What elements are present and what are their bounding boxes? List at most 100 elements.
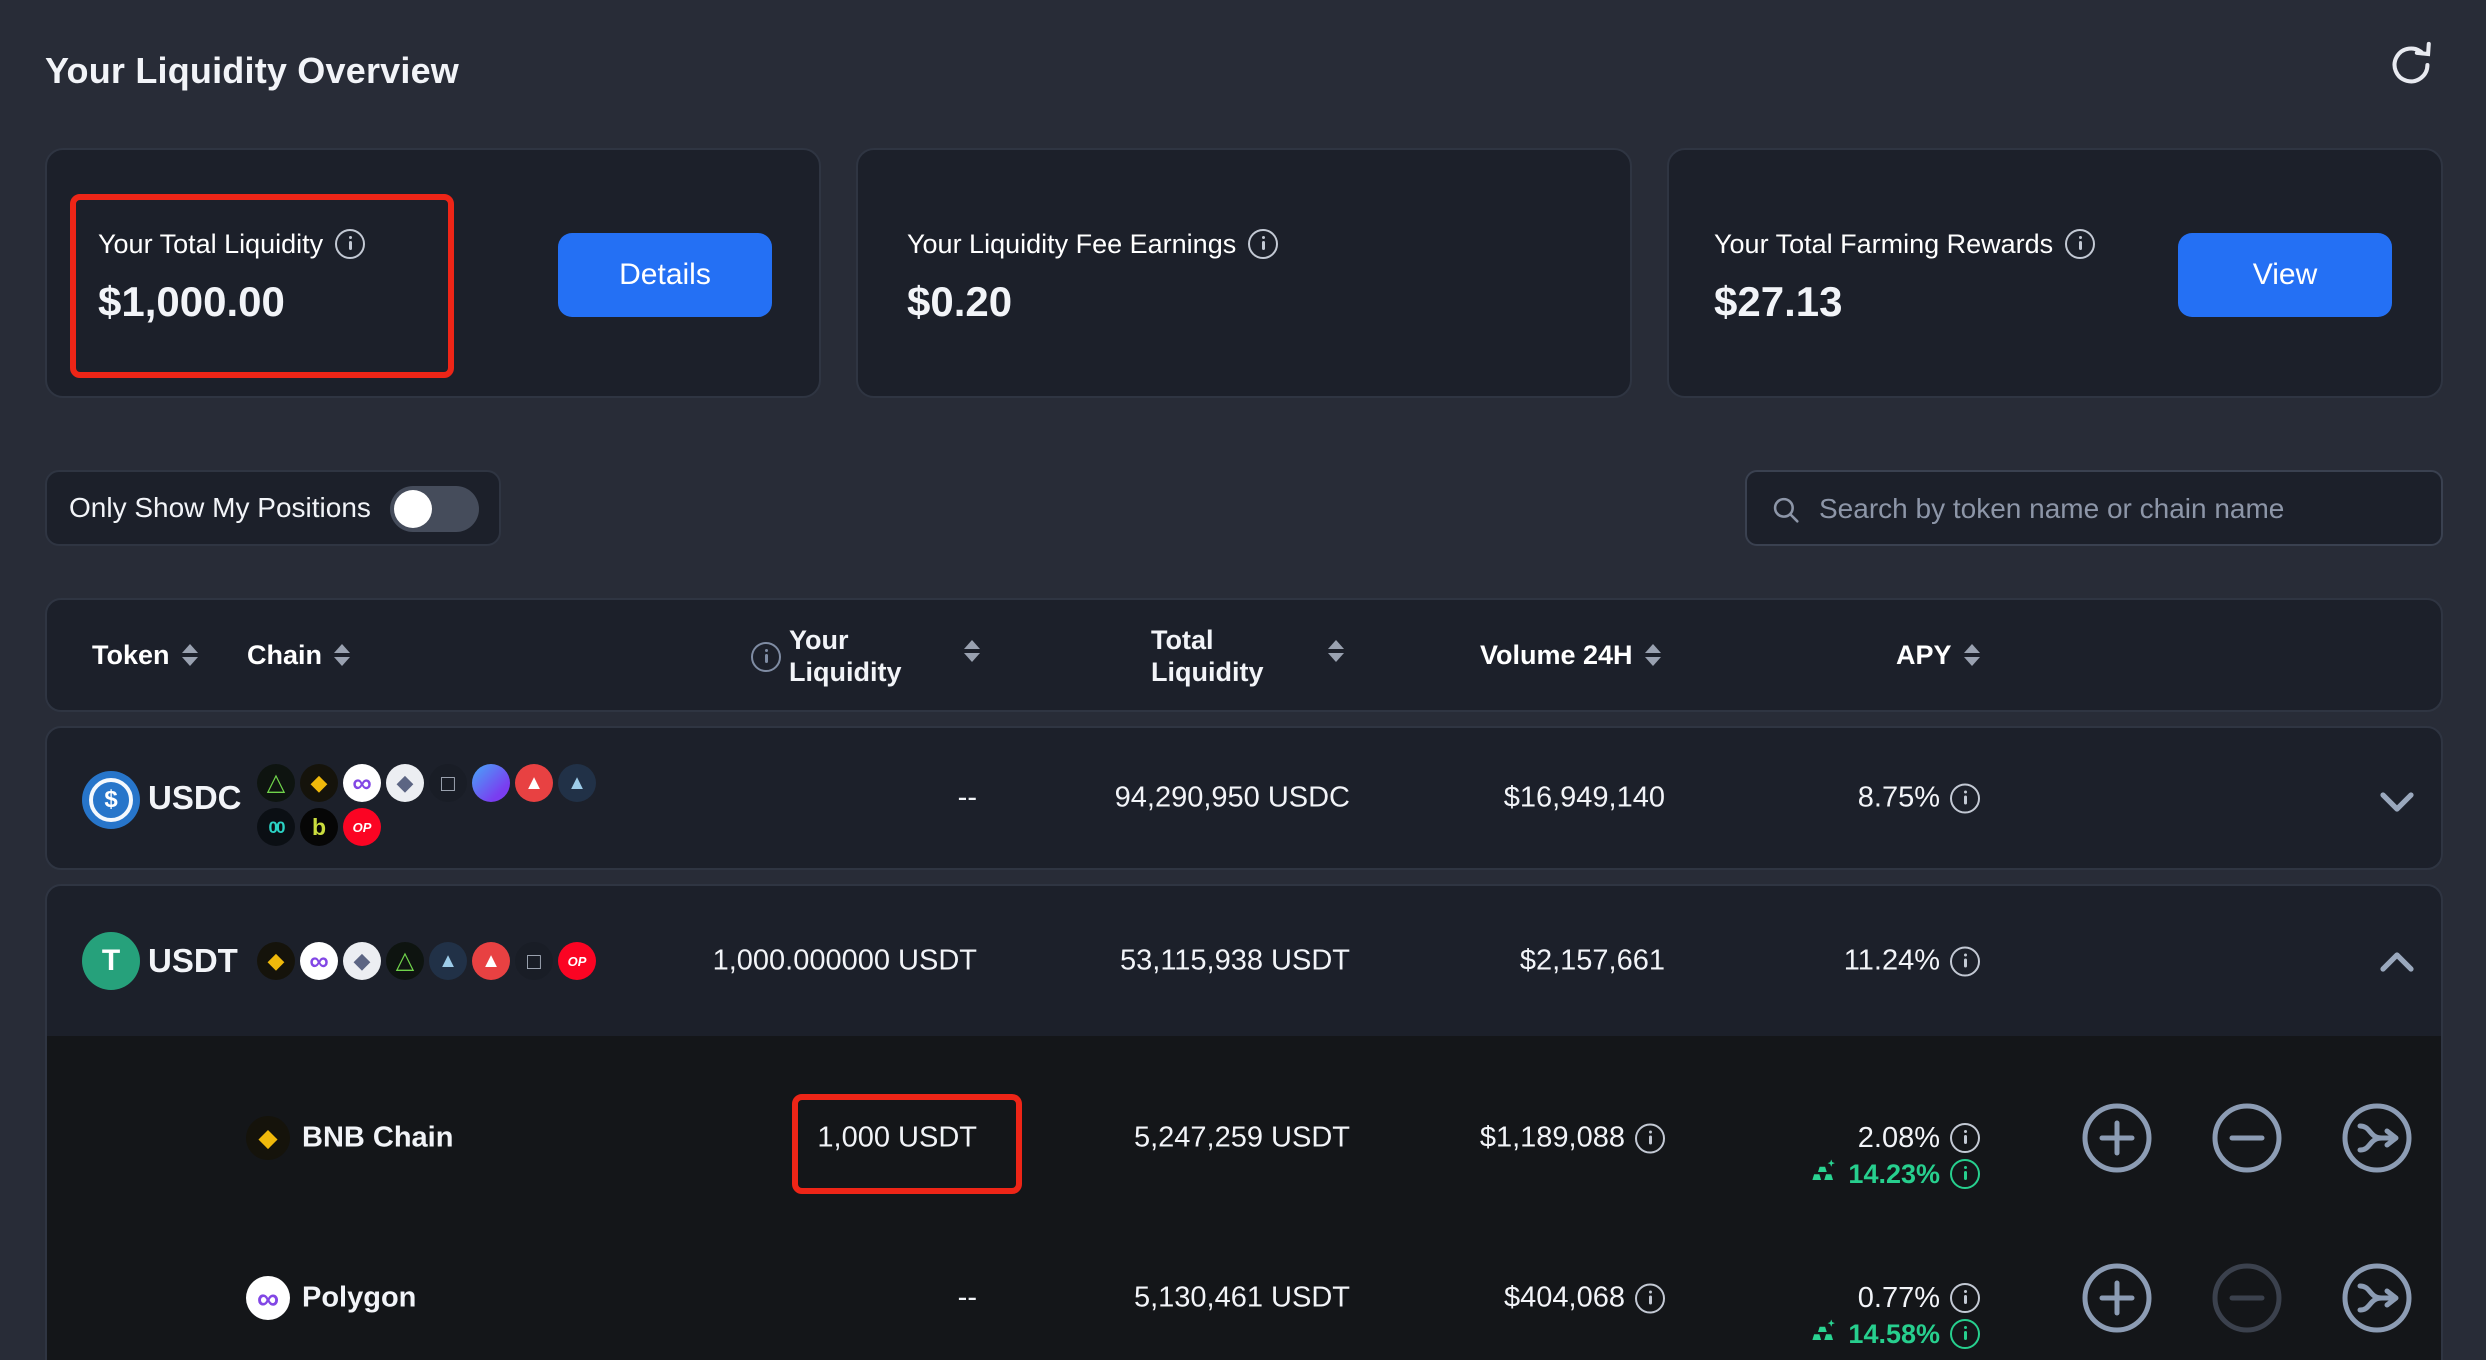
liquidity-overview-page: Your Liquidity Overview Your Total Liqui… [0, 0, 2486, 1360]
token-name: USDC [148, 779, 242, 817]
zksync-chain-icon: □ [429, 764, 467, 802]
sort-icon[interactable] [334, 644, 350, 666]
toggle-knob [394, 490, 432, 528]
page-title: Your Liquidity Overview [45, 50, 459, 92]
info-icon[interactable] [1950, 1159, 1980, 1189]
total-liquidity-cell: 94,290,950 USDC [1097, 782, 1350, 815]
usdt-token-icon: T [82, 932, 140, 990]
aurora-chain-icon: △ [386, 942, 424, 980]
header-your-liquidity[interactable]: Your Liquidity [789, 624, 901, 688]
total-liquidity-cell: 5,130,461 USDT [1097, 1282, 1350, 1315]
sort-icon[interactable] [182, 644, 198, 666]
your-liquidity-cell: 1,000.000000 USDT [647, 945, 977, 978]
bnb-chain-icon: ◆ [246, 1116, 290, 1160]
chain-name: Polygon [302, 1282, 416, 1315]
positions-toggle[interactable] [390, 486, 479, 532]
info-icon[interactable] [1248, 229, 1278, 259]
volume-24h-cell: $2,157,661 [1397, 945, 1665, 978]
sort-icon[interactable] [1328, 640, 1344, 662]
info-icon[interactable] [1950, 1319, 1980, 1349]
header-chain[interactable]: Chain [247, 600, 350, 710]
header-token[interactable]: Token [92, 600, 198, 710]
avalanche-chain-icon: ▲ [472, 942, 510, 980]
total-liquidity-card: Your Total Liquidity $1,000.00 Details [45, 148, 821, 398]
ethereum-chain-icon: ◆ [386, 764, 424, 802]
meter-chain-icon [472, 764, 510, 802]
volume-24h-cell: $404,068 [1397, 1282, 1665, 1315]
your-liquidity-cell: 1,000 USDT [647, 1122, 977, 1155]
farming-apr: 14.58% [1697, 1316, 1980, 1352]
header-total-liquidity[interactable]: Total Liquidity [1151, 624, 1263, 688]
arbitrum-chain-icon: ▲ [558, 764, 596, 802]
apy-cell: 0.77% 14.58% [1697, 1280, 1980, 1352]
info-icon[interactable] [1950, 783, 1980, 813]
remove-liquidity-button[interactable] [2210, 1101, 2284, 1175]
table-header: Token Chain Your Liquidity Total Liquidi… [45, 598, 2443, 712]
polygon-chain-icon: ∞ [343, 764, 381, 802]
remove-liquidity-button-disabled[interactable] [2210, 1261, 2284, 1335]
collapse-chevron-up-icon[interactable] [2369, 943, 2425, 983]
subrow-bnb-chain: ◆ BNB Chain 1,000 USDT 5,247,259 USDT $1… [47, 1036, 2443, 1196]
polygon-chain-icon: ∞ [300, 942, 338, 980]
farming-rewards-card: Your Total Farming Rewards $27.13 View [1667, 148, 2443, 398]
details-button[interactable]: Details [558, 233, 772, 317]
total-liquidity-label: Your Total Liquidity [98, 229, 323, 260]
add-liquidity-button[interactable] [2080, 1261, 2154, 1335]
bnb-chain-chain-icon: ◆ [300, 764, 338, 802]
swap-migrate-button[interactable] [2340, 1261, 2414, 1335]
total-liquidity-cell: 53,115,938 USDT [1097, 945, 1350, 978]
sort-icon[interactable] [1645, 644, 1661, 666]
search-input[interactable] [1817, 474, 2421, 544]
info-icon[interactable] [1635, 1123, 1665, 1153]
table-row-usdc[interactable]: $ USDC △◆∞◆□▲▲00bOP -- 94,290,950 USDC $… [45, 726, 2443, 870]
zksync-chain-icon: □ [515, 942, 553, 980]
chain-icon-strip: △◆∞◆□▲▲00bOP [257, 764, 603, 846]
subrow-polygon: ∞ Polygon -- 5,130,461 USDT $404,068 0.7… [47, 1196, 2443, 1356]
header-volume-24h[interactable]: Volume 24H [1480, 600, 1661, 710]
chain-name: BNB Chain [302, 1122, 453, 1155]
info-icon[interactable] [751, 642, 781, 672]
view-button[interactable]: View [2178, 233, 2392, 317]
farming-apr: 14.23% [1697, 1156, 1980, 1192]
aurora-chain-icon: △ [257, 764, 295, 802]
bnb-chain-chain-icon: ◆ [257, 942, 295, 980]
your-liquidity-cell: -- [647, 782, 977, 815]
expanded-chain-positions: ◆ BNB Chain 1,000 USDT 5,247,259 USDT $1… [47, 1036, 2441, 1360]
info-icon[interactable] [1950, 1283, 1980, 1313]
info-icon[interactable] [1635, 1283, 1665, 1313]
positions-filter-card: Only Show My Positions [45, 470, 501, 546]
search-container [1745, 470, 2443, 546]
polygon-chain-icon: ∞ [246, 1276, 290, 1320]
fee-earnings-label: Your Liquidity Fee Earnings [907, 229, 1236, 260]
ethereum-chain-icon: ◆ [343, 942, 381, 980]
apy-cell: 2.08% 14.23% [1697, 1120, 1980, 1192]
farming-rewards-value: $27.13 [1714, 278, 1842, 326]
refresh-button[interactable] [2384, 38, 2438, 92]
info-icon[interactable] [1950, 946, 1980, 976]
info-icon[interactable] [2065, 229, 2095, 259]
bnb-chain-chain-icon: ◆ [246, 1116, 290, 1160]
your-liquidity-cell: -- [647, 1282, 977, 1315]
sort-icon[interactable] [964, 640, 980, 662]
sort-icon[interactable] [1964, 644, 1980, 666]
add-liquidity-button[interactable] [2080, 1101, 2154, 1175]
farming-rewards-icon [1808, 1155, 1838, 1194]
swap-migrate-button[interactable] [2340, 1101, 2414, 1175]
table-row-usdt[interactable]: T USDT ◆∞◆△▲▲□OP 1,000.000000 USDT 53,11… [45, 884, 2443, 1360]
info-icon[interactable] [1950, 1123, 1980, 1153]
arbitrum-chain-icon: ▲ [429, 942, 467, 980]
harmony-chain-icon: 00 [257, 808, 295, 846]
header-apy[interactable]: APY [1896, 600, 1980, 710]
apy-cell: 11.24% [1697, 945, 1980, 978]
polygon-chain-icon: ∞ [246, 1276, 290, 1320]
volume-24h-cell: $16,949,140 [1397, 782, 1665, 815]
total-liquidity-value: $1,000.00 [98, 278, 285, 326]
positions-toggle-label: Only Show My Positions [69, 472, 371, 544]
info-icon[interactable] [335, 229, 365, 259]
expand-chevron-down-icon[interactable] [2369, 783, 2425, 823]
fee-earnings-value: $0.20 [907, 278, 1012, 326]
fee-earnings-card: Your Liquidity Fee Earnings $0.20 [856, 148, 1632, 398]
farming-rewards-label: Your Total Farming Rewards [1714, 229, 2053, 260]
icplaza-chain-icon: b [300, 808, 338, 846]
farming-rewards-icon [1808, 1315, 1838, 1354]
